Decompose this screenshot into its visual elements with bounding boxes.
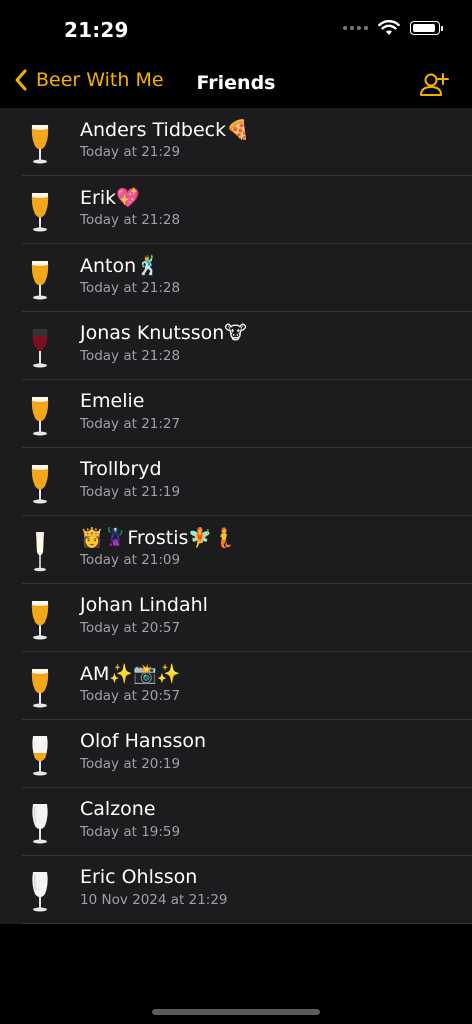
friend-last-checkin: Today at 21:09 bbox=[80, 552, 181, 568]
friend-last-checkin: Today at 20:57 bbox=[80, 620, 181, 636]
friend-row[interactable]: Jonas Knutsson🐮 Today at 21:28 bbox=[0, 312, 472, 380]
friend-last-checkin: Today at 21:28 bbox=[80, 280, 181, 296]
friend-row[interactable]: Anton🕺 Today at 21:28 bbox=[0, 244, 472, 312]
friend-last-checkin: Today at 21:27 bbox=[80, 416, 181, 432]
battery-icon bbox=[410, 21, 443, 35]
wifi-icon bbox=[378, 20, 400, 35]
friend-name: Olof Hansson bbox=[80, 730, 207, 752]
beer-glass-icon bbox=[27, 258, 53, 300]
status-time: 21:29 bbox=[64, 18, 129, 42]
friend-row[interactable]: Trollbryd Today at 21:19 bbox=[0, 448, 472, 516]
friend-last-checkin: Today at 21:28 bbox=[80, 212, 181, 228]
status-icons bbox=[343, 20, 443, 36]
friend-row[interactable]: Eric Ohlsson 10 Nov 2024 at 21:29 bbox=[0, 856, 472, 924]
beer-glass-icon bbox=[27, 122, 53, 164]
white-beer-glass-icon bbox=[27, 734, 53, 776]
friend-last-checkin: Today at 21:29 bbox=[80, 144, 181, 160]
friend-last-checkin: Today at 20:57 bbox=[80, 688, 181, 704]
red-wine-glass-icon bbox=[27, 326, 53, 368]
friend-last-checkin: Today at 21:28 bbox=[80, 348, 181, 364]
empty-glass-glass-icon bbox=[27, 802, 53, 844]
friend-last-checkin: Today at 20:19 bbox=[80, 756, 181, 772]
friend-last-checkin: 10 Nov 2024 at 21:29 bbox=[80, 892, 228, 908]
friend-last-checkin: Today at 19:59 bbox=[80, 824, 181, 840]
friend-name: 👸🦹Frostis🧚🧜 bbox=[80, 527, 236, 549]
status-bar: 21:29 bbox=[0, 0, 472, 64]
friend-name: Erik💖 bbox=[80, 187, 140, 209]
friend-last-checkin: Today at 21:19 bbox=[80, 484, 181, 500]
friend-name: Anders Tidbeck🍕 bbox=[80, 119, 250, 141]
beer-glass-icon bbox=[27, 598, 53, 640]
friend-name: Calzone bbox=[80, 798, 156, 820]
friend-name: Emelie bbox=[80, 390, 145, 412]
friend-row[interactable]: 👸🦹Frostis🧚🧜 Today at 21:09 bbox=[0, 516, 472, 584]
cellular-signal-icon bbox=[343, 26, 368, 30]
friend-row[interactable]: Emelie Today at 21:27 bbox=[0, 380, 472, 448]
friend-row[interactable]: Calzone Today at 19:59 bbox=[0, 788, 472, 856]
friend-name: Anton🕺 bbox=[80, 255, 160, 277]
friend-row[interactable]: Anders Tidbeck🍕 Today at 21:29 bbox=[0, 108, 472, 176]
friend-row[interactable]: Johan Lindahl Today at 20:57 bbox=[0, 584, 472, 652]
page-title: Friends bbox=[196, 72, 276, 94]
beer-glass-icon bbox=[27, 190, 53, 232]
friends-list: Anders Tidbeck🍕 Today at 21:29 Erik💖 Today … bbox=[0, 108, 472, 924]
friend-name: Eric Ohlsson bbox=[80, 866, 198, 888]
friend-row[interactable]: Erik💖 Today at 21:28 bbox=[0, 176, 472, 244]
friend-name: Trollbryd bbox=[80, 458, 162, 480]
friend-row[interactable]: AM✨📸✨ Today at 20:57 bbox=[0, 652, 472, 720]
friend-row[interactable]: Olof Hansson Today at 20:19 bbox=[0, 720, 472, 788]
navigation-bar: Beer With Me Friends bbox=[0, 64, 472, 106]
row-divider bbox=[22, 923, 472, 924]
home-indicator[interactable] bbox=[152, 1009, 320, 1015]
champagne-glass-icon bbox=[27, 530, 53, 572]
beer-glass-icon bbox=[27, 462, 53, 504]
friend-name: AM✨📸✨ bbox=[80, 663, 181, 685]
beer-glass-icon bbox=[27, 394, 53, 436]
friend-name: Jonas Knutsson🐮 bbox=[80, 322, 247, 344]
empty-glass-glass-icon bbox=[27, 870, 53, 912]
friend-name: Johan Lindahl bbox=[80, 594, 208, 616]
beer-glass-icon bbox=[27, 666, 53, 708]
add-friend-icon[interactable] bbox=[418, 68, 450, 100]
